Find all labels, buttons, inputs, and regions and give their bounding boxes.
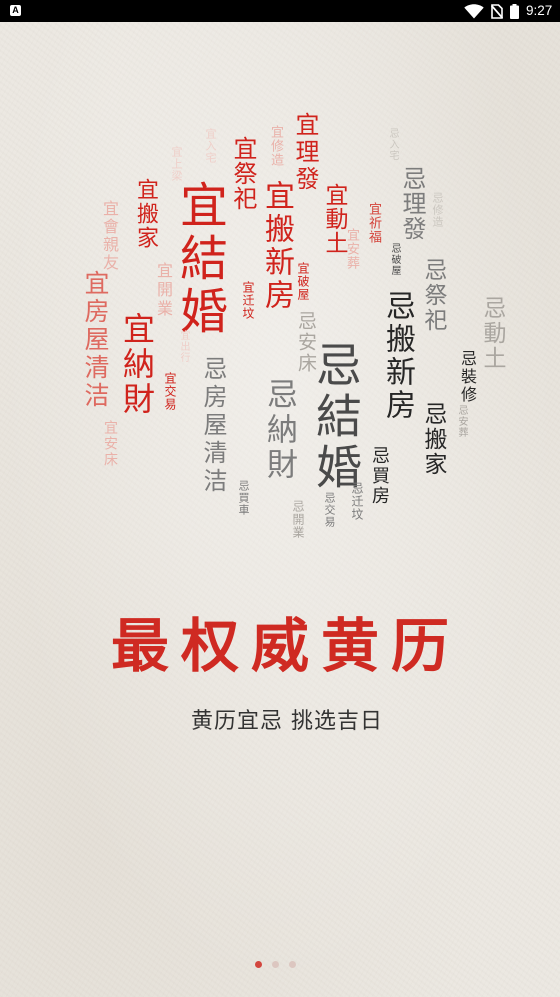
ji-word: 忌修造 <box>431 192 444 228</box>
tagline: 黄历宜忌 挑选吉日 <box>191 709 383 734</box>
ji-word: 忌安葬 <box>456 405 467 438</box>
yi-word: 宜房屋清洁 <box>81 270 110 410</box>
yi-word: 宜入宅 <box>204 128 217 164</box>
yi-word: 宜納財 <box>118 312 156 417</box>
yi-word: 宜迁坟 <box>241 281 255 320</box>
ji-word: 忌搬家 <box>420 402 446 477</box>
pager-dot <box>288 961 296 968</box>
yi-word: 宜開業 <box>154 262 173 319</box>
yi-word: 宜會親友 <box>100 200 119 272</box>
yi-word: 宜搬家 <box>133 178 158 250</box>
yi-word: 宜搬新房 <box>259 180 294 312</box>
ji-word: 忌開業 <box>291 500 305 539</box>
ji-word: 忌破屋 <box>389 243 400 276</box>
ji-word: 忌買房 <box>369 446 390 506</box>
ji-word: 忌房屋清洁 <box>199 356 227 496</box>
ji-word: 忌結婚 <box>309 341 363 494</box>
page-indicator <box>0 961 555 968</box>
yi-word: 宜祈福 <box>366 202 381 244</box>
pager-dot-active <box>254 961 262 968</box>
yi-word: 宜祭祀 <box>229 136 257 211</box>
ji-word: 忌入宅 <box>387 128 398 161</box>
word-cloud: 宜結婚 宜搬新房 宜理發 宜祭祀 宜動土 宜搬家 宜納財 宜房屋清洁 宜會親友 … <box>0 0 560 600</box>
yi-word: 宜出行 <box>178 330 189 363</box>
ji-word: 忌裝修 <box>458 350 477 404</box>
yi-word: 宜修造 <box>268 125 283 167</box>
yi-word: 宜理發 <box>291 112 319 193</box>
ji-word: 忌搬新房 <box>380 290 415 422</box>
ji-word: 忌理發 <box>398 166 426 241</box>
ji-word: 忌交易 <box>323 492 336 528</box>
ji-word: 忌動土 <box>479 296 505 371</box>
headline: 最权威黄历 <box>110 612 461 680</box>
yi-word: 宜結婚 <box>171 180 227 339</box>
yi-word: 宜交易 <box>163 372 177 411</box>
yi-word: 宜動土 <box>321 183 347 255</box>
ji-word: 忌納財 <box>261 378 297 483</box>
yi-word: 宜安床 <box>102 420 118 468</box>
pager-dot <box>271 961 279 968</box>
yi-word: 宜上梁 <box>170 146 183 182</box>
onboarding-screen[interactable]: A 9:27 宜結婚 宜搬新房 宜理發 宜祭祀 宜動土 宜搬家 宜納財 宜房屋清… <box>0 0 560 997</box>
ji-word: 忌買車 <box>237 480 250 516</box>
ji-word: 忌祭祀 <box>420 258 446 333</box>
ji-word: 忌安床 <box>295 311 317 374</box>
yi-word: 宜破屋 <box>296 262 310 301</box>
yi-word: 宜安葬 <box>344 228 359 270</box>
ji-word: 忌迁坟 <box>350 482 364 521</box>
